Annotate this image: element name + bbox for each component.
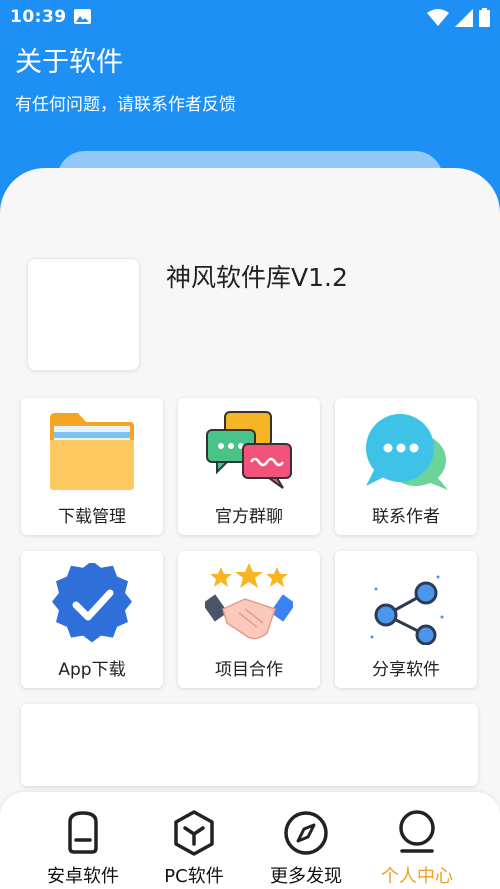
message-bubble-icon <box>366 414 448 490</box>
app-logo <box>27 258 140 371</box>
share-software-button[interactable]: 分享软件 <box>335 551 477 688</box>
grid-label: 分享软件 <box>372 660 440 680</box>
nav-more-discover[interactable]: 更多发现 <box>250 792 362 889</box>
status-time: 10:39 <box>10 7 67 27</box>
nav-label: PC软件 <box>164 866 224 887</box>
project-cooperation-button[interactable]: 项目合作 <box>178 551 320 688</box>
app-name: 神风软件库V1.2 <box>166 263 348 292</box>
contact-author-button[interactable]: 联系作者 <box>335 398 477 535</box>
share-icon <box>370 575 444 645</box>
empty-card <box>21 704 478 786</box>
nav-label: 安卓软件 <box>47 866 119 887</box>
nav-label: 更多发现 <box>270 866 342 887</box>
bottom-nav: 安卓软件 PC软件 更多发现 个人中心 <box>0 792 500 889</box>
verified-badge-icon <box>52 563 132 643</box>
page-subtitle: 有任何问题，请联系作者反馈 <box>15 95 236 115</box>
nav-android-software[interactable]: 安卓软件 <box>27 792 139 889</box>
user-icon <box>399 810 435 853</box>
grid-label: 下载管理 <box>58 507 126 527</box>
download-manager-button[interactable]: 下载管理 <box>21 398 163 535</box>
nav-label: 个人中心 <box>381 866 453 887</box>
wifi-icon <box>427 8 449 26</box>
grid-label: App下载 <box>58 660 126 680</box>
chat-group-icon <box>206 411 292 489</box>
page-title: 关于软件 <box>15 47 123 78</box>
status-bar: 10:39 <box>0 0 500 34</box>
handshake-icon <box>205 563 293 640</box>
compass-icon <box>284 811 328 855</box>
image-notification-icon <box>74 9 91 24</box>
nav-pc-software[interactable]: PC软件 <box>138 792 250 889</box>
grid-label: 联系作者 <box>372 507 440 527</box>
official-group-button[interactable]: 官方群聊 <box>178 398 320 535</box>
pc-cube-icon <box>174 810 214 856</box>
nav-personal-center[interactable]: 个人中心 <box>361 792 473 889</box>
folder-icon <box>50 413 134 490</box>
signal-icon <box>455 8 473 27</box>
grid-label: 官方群聊 <box>215 507 283 527</box>
android-home-icon <box>68 811 98 854</box>
battery-icon <box>479 8 490 27</box>
app-download-button[interactable]: App下载 <box>21 551 163 688</box>
grid-label: 项目合作 <box>215 660 283 680</box>
